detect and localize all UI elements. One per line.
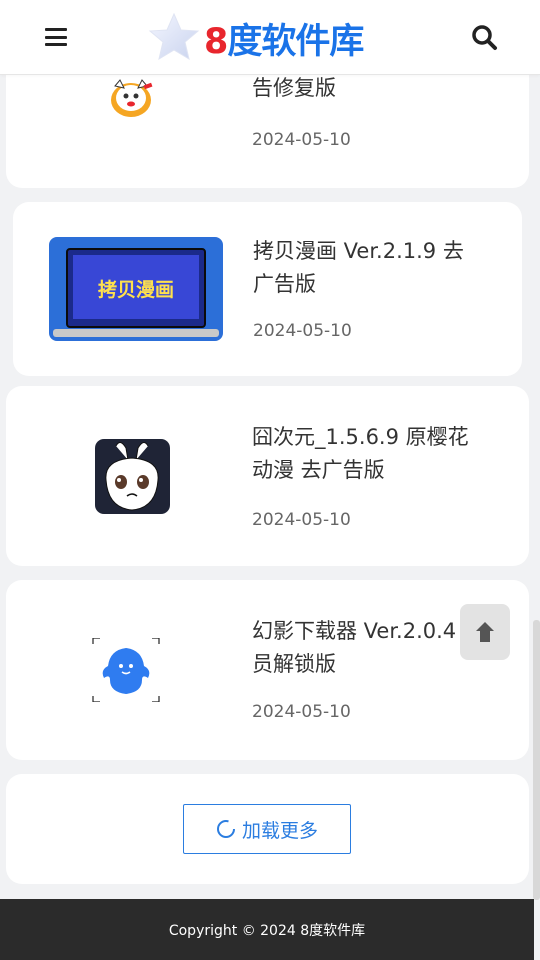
list-item[interactable]: 囧次元_1.5.6.9 原樱花 动漫 去广告版 2024-05-10 [6,386,529,566]
item-title-line[interactable]: 告修复版 [252,72,512,105]
item-date: 2024-05-10 [253,321,352,341]
item-title-line[interactable]: 广告版 [253,268,513,301]
thumbnail-label: 拷贝漫画 [97,279,174,301]
loading-spinner-icon [216,820,235,838]
load-more-button[interactable]: 加载更多 [183,804,351,854]
list-item[interactable]: 拷贝漫画 拷贝漫画 Ver.2.1.9 去 广告版 2024-05-10 [13,202,522,376]
item-date: 2024-05-10 [252,510,351,530]
list-item[interactable]: 幻影下载器 Ver.2.0.4 员解锁版 2024-05-10 [6,580,529,760]
bars-icon[interactable] [42,24,70,50]
item-date: 2024-05-10 [252,130,351,150]
item-date: 2024-05-10 [252,702,351,722]
site-logo[interactable]: 8度软件库 [148,10,364,66]
logo-name: 度软件库 [227,21,364,62]
item-title[interactable]: 告修复版 [252,72,512,105]
item-title-line[interactable]: 拷贝漫画 Ver.2.1.9 去 [253,235,513,268]
logo-text: 8度软件库 [204,13,364,64]
arrow-up-icon [476,622,494,642]
search-icon[interactable] [470,22,498,52]
logo-number: 8 [204,21,228,62]
copyright-text: Copyright © 2024 8度软件库 [168,922,366,939]
scrollbar[interactable] [533,620,540,900]
cat-avatar-icon [111,79,153,117]
rabbit-app-icon [95,439,170,514]
ghost-app-icon [92,638,160,702]
star-logo-icon [148,12,200,61]
item-title[interactable]: 拷贝漫画 Ver.2.1.9 去 广告版 [253,235,513,301]
load-more-label: 加载更多 [241,819,318,842]
site-footer: Copyright © 2024 8度软件库 [0,899,534,960]
item-thumbnail[interactable]: 拷贝漫画 [49,237,223,341]
site-header: 8度软件库 [0,0,540,75]
item-title-line[interactable]: 囧次元_1.5.6.9 原樱花 [252,421,522,454]
item-title-line[interactable]: 动漫 去广告版 [252,454,522,487]
back-to-top-button[interactable] [460,604,510,660]
item-title[interactable]: 囧次元_1.5.6.9 原樱花 动漫 去广告版 [252,421,522,487]
